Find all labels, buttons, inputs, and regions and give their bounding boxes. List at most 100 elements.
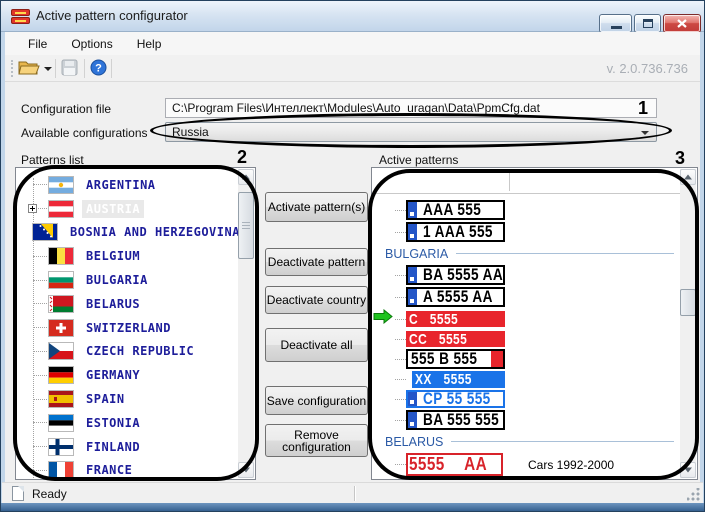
pattern-row[interactable]: C 5555	[373, 308, 680, 329]
open-dropdown-caret-icon[interactable]	[44, 67, 52, 71]
minimize-button[interactable]	[599, 14, 632, 33]
pattern-row[interactable]: AA 5555Trucks and buses 19	[373, 478, 680, 479]
patterns-list[interactable]: ARGENTINA AUSTRIA BOSNIA AND HERZEGOVINA BE…	[15, 167, 256, 480]
pattern-row[interactable]: BA 555 555	[373, 410, 680, 430]
pattern-row[interactable]: 1 AAA 555	[373, 222, 680, 242]
tree-connector	[395, 338, 406, 340]
country-name: ESTONIA	[86, 415, 141, 430]
euro-strip-icon	[408, 392, 417, 406]
tree-connector	[395, 358, 406, 360]
plate-text: XX 5555	[415, 371, 472, 388]
license-plate-pattern[interactable]: CC 5555	[406, 331, 505, 347]
country-row-switzerland[interactable]: SWITZERLAND	[16, 316, 238, 340]
scrollbar-thumb[interactable]	[238, 192, 254, 259]
deactivate-all-button[interactable]: Deactivate all	[265, 328, 368, 362]
help-button[interactable]: ?	[90, 59, 107, 81]
license-plate-pattern[interactable]: BA 5555 AA	[406, 265, 505, 285]
save-configuration-button[interactable]: Save configuration	[265, 386, 368, 415]
open-configuration-button[interactable]	[18, 58, 40, 81]
app-window: Active pattern configurator File Options…	[0, 0, 705, 512]
maximize-button[interactable]	[634, 14, 661, 33]
license-plate-pattern[interactable]: 5555 AA	[406, 453, 503, 476]
austria-flag-icon	[49, 200, 73, 217]
country-row-austria[interactable]: AUSTRIA	[16, 197, 238, 221]
license-plate-pattern[interactable]: AA 5555	[406, 478, 503, 479]
menu-options[interactable]: Options	[61, 34, 122, 54]
license-plate-pattern[interactable]: CP 55 555	[406, 390, 505, 408]
pattern-row[interactable]: 5555 AA Cars 1992-2000	[373, 453, 680, 476]
configuration-file-label: Configuration file	[21, 102, 112, 116]
tree-connector	[33, 184, 49, 186]
configuration-file-field[interactable]: C:\Program Files\Интеллект\Modules\Auto_…	[165, 98, 657, 118]
plate-text: 5555 AA	[408, 454, 487, 474]
plate-text: AAA 555	[423, 200, 482, 219]
pattern-row[interactable]: A 5555 AA	[373, 287, 680, 307]
pattern-row[interactable]: CC 5555	[373, 331, 680, 347]
country-row-bulgaria[interactable]: BULGARIA	[16, 268, 238, 292]
pattern-row[interactable]: BA 5555 AA	[373, 265, 680, 285]
tree-connector	[33, 303, 49, 305]
scrollbar-thumb[interactable]	[680, 289, 696, 316]
country-row-bosnia[interactable]: BOSNIA AND HERZEGOVINA	[16, 221, 239, 245]
scroll-up-button[interactable]	[238, 169, 254, 185]
country-row-germany[interactable]: GERMANY	[16, 363, 238, 387]
plate-text: CC 5555	[409, 331, 468, 347]
country-row-spain[interactable]: SPAIN	[16, 387, 238, 411]
pattern-row[interactable]: AAA 555	[373, 200, 680, 220]
country-name: FINLAND	[86, 439, 141, 454]
scroll-up-button[interactable]	[680, 169, 696, 185]
scroll-down-button[interactable]	[680, 462, 696, 478]
country-row-argentina[interactable]: ARGENTINA	[16, 173, 238, 197]
svg-text:?: ?	[95, 63, 102, 75]
resize-grip[interactable]	[687, 488, 700, 501]
combobox-dropdown-icon[interactable]	[641, 131, 649, 135]
version-label: v. 2.0.736.736	[606, 61, 688, 76]
open-folder-icon	[18, 61, 40, 80]
tree-connector	[395, 209, 406, 211]
country-row-belgium[interactable]: BELGIUM	[16, 244, 238, 268]
switzerland-flag-icon	[49, 319, 73, 336]
country-row-estonia[interactable]: ESTONIA	[16, 411, 238, 435]
thumb-grip-icon	[242, 221, 250, 230]
spain-flag-icon	[49, 391, 73, 408]
euro-strip-icon	[408, 267, 417, 283]
app-icon	[11, 9, 30, 24]
active-patterns-list[interactable]: AAA 555 1 AAA 555 BULGARIA BA 5555 AA A 5555…	[371, 167, 698, 480]
license-plate-pattern[interactable]: A 5555 AA	[406, 287, 505, 307]
country-row-belarus[interactable]: BELARUS	[16, 292, 238, 316]
pattern-row[interactable]: 555 B 555	[373, 349, 680, 369]
activate-patterns-button[interactable]: Activate pattern(s)	[265, 192, 368, 222]
license-plate-pattern[interactable]: 555 B 555	[406, 349, 505, 369]
title-bar[interactable]: Active pattern configurator	[1, 1, 704, 33]
country-row-czech[interactable]: CZECH REPUBLIC	[16, 340, 238, 364]
scroll-down-button[interactable]	[238, 462, 254, 478]
country-name: SWITZERLAND	[86, 320, 171, 335]
close-button[interactable]	[663, 14, 701, 33]
toolbar-gripper	[11, 60, 13, 77]
country-row-finland[interactable]: FINLAND	[16, 435, 238, 459]
save-button[interactable]	[61, 59, 78, 81]
pattern-row[interactable]: CP 55 555	[373, 390, 680, 408]
license-plate-pattern[interactable]: AAA 555	[406, 200, 505, 220]
expand-plus-icon[interactable]	[28, 203, 37, 213]
license-plate-pattern[interactable]: BA 555 555	[406, 410, 505, 430]
menu-help[interactable]: Help	[127, 34, 172, 54]
deactivate-country-button[interactable]: Deactivate country	[265, 286, 368, 314]
patterns-list-scrollbar[interactable]	[238, 169, 254, 478]
tree-connector	[395, 231, 406, 233]
country-row-france[interactable]: FRANCE	[16, 459, 238, 479]
tree-connector	[395, 318, 406, 320]
license-plate-pattern[interactable]: C 5555	[406, 311, 505, 327]
license-plate-pattern[interactable]: XX 5555	[412, 371, 505, 388]
plate-text: 1 AAA 555	[423, 222, 493, 241]
window-border-bottom	[1, 503, 704, 511]
active-patterns-scrollbar[interactable]	[680, 169, 696, 478]
menu-file[interactable]: File	[18, 34, 57, 54]
deactivate-pattern-button[interactable]: Deactivate pattern	[265, 248, 368, 276]
available-configurations-combobox[interactable]: Russia	[165, 122, 657, 142]
pattern-row[interactable]: XX 5555	[373, 371, 680, 388]
annotation-number-3: 3	[675, 148, 686, 168]
bosnia-flag-icon	[33, 224, 57, 241]
license-plate-pattern[interactable]: 1 AAA 555	[406, 222, 505, 242]
remove-configuration-button[interactable]: Remove configuration	[265, 424, 368, 457]
